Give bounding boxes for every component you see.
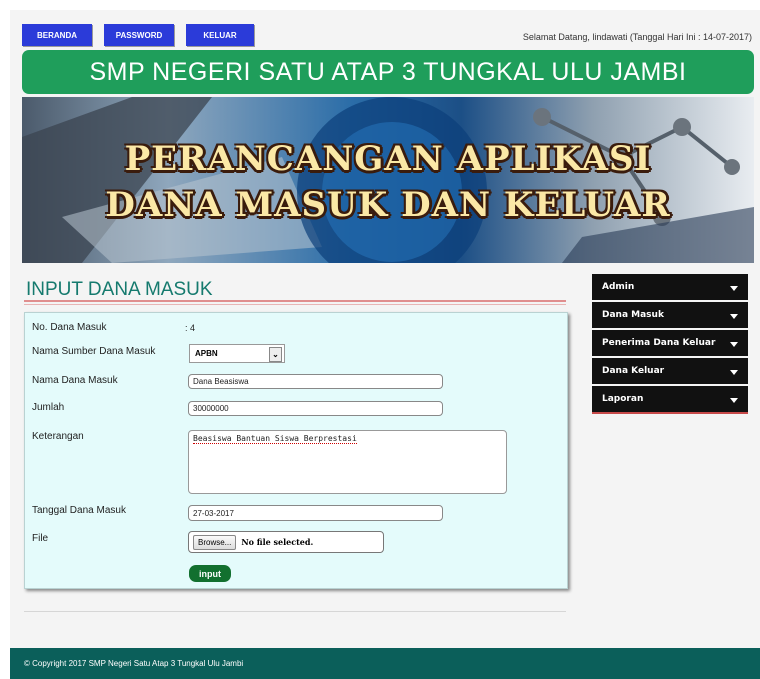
sidebar-item-laporan[interactable]: Laporan bbox=[592, 386, 748, 412]
file-status: No file selected. bbox=[241, 537, 314, 547]
no-dana-label: No. Dana Masuk bbox=[32, 322, 107, 333]
sidebar-item-dana-masuk[interactable]: Dana Masuk bbox=[592, 302, 748, 328]
banner-title-line2: DANA MASUK DAN KELUAR bbox=[105, 185, 671, 225]
title-divider-secondary bbox=[24, 304, 566, 305]
no-dana-value: : 4 bbox=[185, 323, 196, 333]
caret-down-icon bbox=[730, 314, 738, 319]
nama-dana-input[interactable]: Dana Beasiswa bbox=[188, 374, 443, 389]
sidebar-item-label: Laporan bbox=[602, 394, 644, 404]
submit-button[interactable]: input bbox=[189, 565, 231, 582]
file-input[interactable]: Browse... No file selected. bbox=[188, 531, 384, 553]
sidebar-menu: Admin Dana Masuk Penerima Dana Keluar Da… bbox=[592, 274, 748, 414]
nav-password-button[interactable]: PASSWORD bbox=[104, 24, 174, 46]
keterangan-label: Keterangan bbox=[32, 431, 84, 442]
caret-down-icon bbox=[730, 286, 738, 291]
sumber-dana-label: Nama Sumber Dana Masuk bbox=[32, 346, 156, 357]
keterangan-text: Beasiswa Bantuan Siswa Berprestasi bbox=[193, 434, 357, 444]
banner-title-line1: PERANCANGAN APLIKASI bbox=[124, 139, 652, 179]
caret-down-icon bbox=[730, 342, 738, 347]
caret-down-icon bbox=[730, 370, 738, 375]
keterangan-textarea[interactable]: Beasiswa Bantuan Siswa Berprestasi bbox=[188, 430, 507, 494]
content-divider bbox=[24, 611, 566, 612]
title-divider bbox=[24, 300, 566, 302]
nav-beranda-button[interactable]: BERANDA bbox=[22, 24, 92, 46]
sumber-dana-select[interactable]: APBN ⌄ bbox=[189, 344, 285, 363]
sidebar-item-admin[interactable]: Admin bbox=[592, 274, 748, 300]
sidebar-item-penerima-dana-keluar[interactable]: Penerima Dana Keluar bbox=[592, 330, 748, 356]
browse-button[interactable]: Browse... bbox=[193, 534, 237, 550]
tanggal-input[interactable]: 27-03-2017 bbox=[188, 505, 443, 521]
banner-graphic bbox=[22, 97, 754, 263]
jumlah-input[interactable]: 30000000 bbox=[188, 401, 443, 416]
sidebar-item-label: Penerima Dana Keluar bbox=[602, 338, 716, 348]
input-form: No. Dana Masuk : 4 Nama Sumber Dana Masu… bbox=[24, 312, 568, 589]
top-nav: BERANDA PASSWORD KELUAR bbox=[22, 24, 254, 46]
sidebar-item-label: Admin bbox=[602, 282, 635, 292]
footer: © Copyright 2017 SMP Negeri Satu Atap 3 … bbox=[10, 648, 760, 679]
nama-dana-label: Nama Dana Masuk bbox=[32, 375, 118, 386]
sumber-dana-selected: APBN bbox=[195, 349, 218, 358]
nav-keluar-button[interactable]: KELUAR bbox=[186, 24, 254, 46]
header-banner: PERANCANGAN APLIKASI DANA MASUK DAN KELU… bbox=[22, 97, 754, 263]
page-title: INPUT DANA MASUK bbox=[26, 279, 213, 300]
sidebar-item-label: Dana Keluar bbox=[602, 366, 665, 376]
jumlah-label: Jumlah bbox=[32, 402, 65, 413]
file-label: File bbox=[32, 533, 49, 544]
caret-down-icon bbox=[730, 398, 738, 403]
school-title: SMP NEGERI SATU ATAP 3 TUNGKAL ULU JAMBI bbox=[22, 50, 754, 94]
sidebar-item-label: Dana Masuk bbox=[602, 310, 664, 320]
sidebar-bottom-border bbox=[592, 412, 748, 414]
sidebar-item-dana-keluar[interactable]: Dana Keluar bbox=[592, 358, 748, 384]
chevron-down-icon[interactable]: ⌄ bbox=[269, 347, 282, 362]
welcome-text: Selamat Datang, lindawati (Tanggal Hari … bbox=[522, 32, 752, 42]
tanggal-label: Tanggal Dana Masuk bbox=[32, 505, 126, 516]
